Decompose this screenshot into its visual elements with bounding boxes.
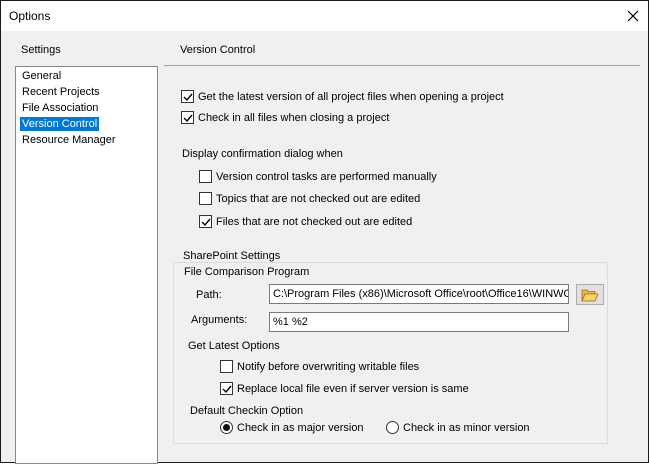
minor-version-radio[interactable]: Check in as minor version xyxy=(386,421,530,434)
confirm-topics-checkbox[interactable]: Topics that are not checked out are edit… xyxy=(199,192,420,205)
folder-open-icon xyxy=(581,289,599,301)
section-heading: Version Control xyxy=(180,44,256,56)
checkbox-box xyxy=(220,360,233,373)
browse-button[interactable] xyxy=(576,284,604,305)
checkbox-label: Replace local file even if server versio… xyxy=(237,382,469,395)
arguments-input[interactable]: %1 %2 xyxy=(269,312,569,332)
major-version-radio[interactable]: Check in as major version xyxy=(220,421,364,434)
sharepoint-group-title: SharePoint Settings xyxy=(181,250,283,262)
checkbox-box xyxy=(199,192,212,205)
checkbox-label: Check in all files when closing a projec… xyxy=(198,111,390,124)
checkbox-box xyxy=(199,215,212,228)
radio-dot xyxy=(223,424,230,431)
window-title: Options xyxy=(9,9,51,23)
close-icon xyxy=(627,10,639,22)
checkbox-box xyxy=(181,111,194,124)
settings-label: Settings xyxy=(21,44,61,56)
checkbox-label: Get the latest version of all project fi… xyxy=(198,90,504,103)
close-button[interactable] xyxy=(618,1,648,31)
radio-label: Check in as major version xyxy=(237,421,364,434)
checkmark-icon xyxy=(183,114,193,122)
settings-item-resource-manager[interactable]: Resource Manager xyxy=(20,133,118,147)
settings-item-general[interactable]: General xyxy=(20,69,63,83)
checkin-on-close-checkbox[interactable]: Check in all files when closing a projec… xyxy=(181,111,389,124)
checkbox-label: Version control tasks are performed manu… xyxy=(216,170,437,183)
path-input[interactable]: C:\Program Files (x86)\Microsoft Office\… xyxy=(269,284,569,304)
confirm-heading: Display confirmation dialog when xyxy=(182,148,343,160)
checkbox-box xyxy=(199,170,212,183)
default-checkin-label: Default Checkin Option xyxy=(190,405,304,417)
notify-overwrite-checkbox[interactable]: Notify before overwriting writable files xyxy=(220,360,419,373)
checkmark-icon xyxy=(222,385,232,393)
settings-item-version-control[interactable]: Version Control xyxy=(20,117,100,131)
get-latest-label: Get Latest Options xyxy=(188,340,280,352)
confirm-manual-checkbox[interactable]: Version control tasks are performed manu… xyxy=(199,170,437,183)
settings-item-file-association[interactable]: File Association xyxy=(20,101,100,115)
checkbox-label: Files that are not checked out are edite… xyxy=(216,215,413,228)
checkmark-icon xyxy=(183,93,193,101)
checkbox-label: Notify before overwriting writable files xyxy=(237,360,420,373)
options-dialog: Options Settings Version Control General… xyxy=(0,0,649,464)
get-latest-on-open-checkbox[interactable]: Get the latest version of all project fi… xyxy=(181,90,504,103)
settings-item-recent-projects[interactable]: Recent Projects xyxy=(20,85,102,99)
checkbox-box xyxy=(220,382,233,395)
title-bar: Options xyxy=(1,1,648,31)
arguments-label: Arguments: xyxy=(191,314,248,326)
radio-label: Check in as minor version xyxy=(403,421,530,434)
checkbox-box xyxy=(181,90,194,103)
checkmark-icon xyxy=(201,218,211,226)
settings-list[interactable]: General Recent Projects File Association… xyxy=(15,66,158,464)
radio-circle xyxy=(220,421,233,434)
radio-circle xyxy=(386,421,399,434)
confirm-files-checkbox[interactable]: Files that are not checked out are edite… xyxy=(199,215,412,228)
replace-local-checkbox[interactable]: Replace local file even if server versio… xyxy=(220,382,469,395)
file-comparison-label: File Comparison Program xyxy=(184,266,310,278)
checkbox-label: Topics that are not checked out are edit… xyxy=(216,192,421,205)
path-label: Path: xyxy=(196,289,222,301)
heading-divider xyxy=(164,65,640,66)
